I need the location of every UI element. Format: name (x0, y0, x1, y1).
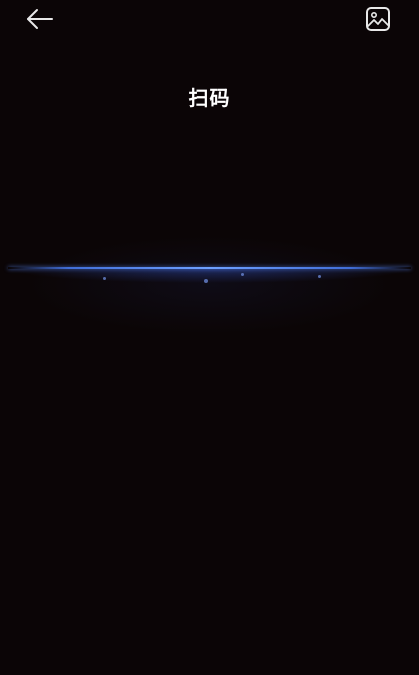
scan-particle (241, 273, 244, 276)
scanner-screen: 扫码 (0, 0, 419, 675)
scan-line-animation (0, 255, 419, 295)
scan-particle (103, 277, 106, 280)
page-title: 扫码 (188, 86, 231, 110)
scan-particle (318, 275, 321, 278)
gallery-button[interactable] (365, 6, 391, 32)
image-icon (365, 6, 391, 32)
scan-glow (10, 267, 409, 293)
arrow-left-icon (24, 6, 56, 34)
scan-line (8, 267, 411, 269)
scan-particle (204, 279, 208, 283)
back-button[interactable] (24, 6, 56, 34)
